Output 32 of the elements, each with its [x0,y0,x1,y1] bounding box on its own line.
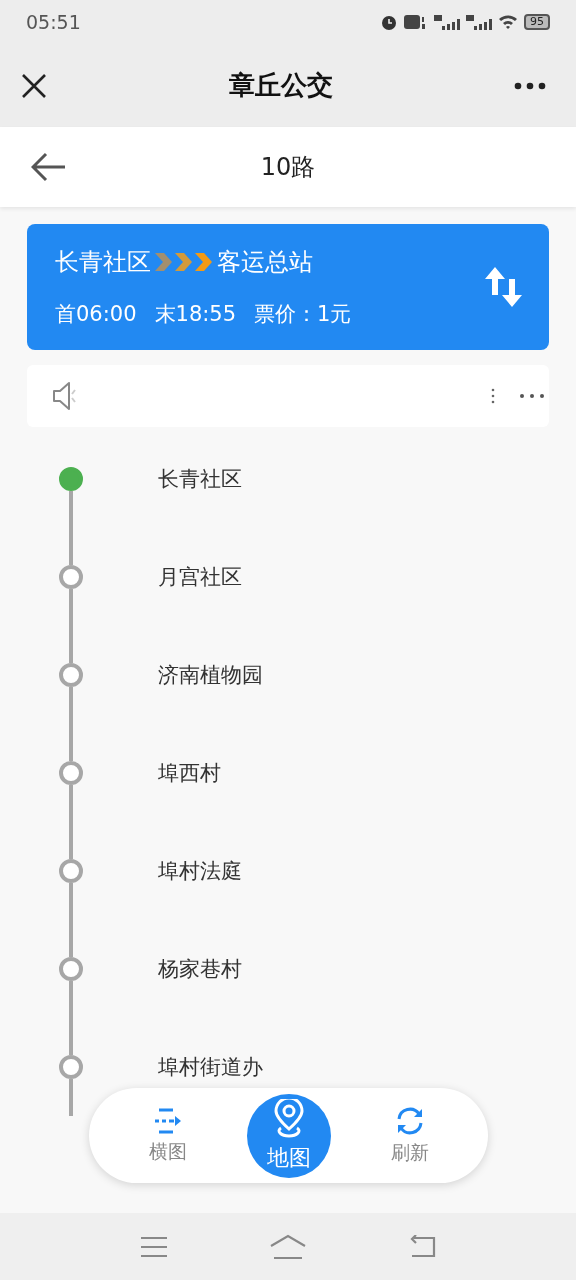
first-bus-time: 首06:00 [55,301,137,328]
status-time: 05:51 [26,11,81,33]
battery-icon: 95 [524,14,550,30]
wifi-icon [498,13,518,31]
dotted-mark-icon [491,387,495,405]
more-icon[interactable] [514,81,546,90]
bottom-tab[interactable]: 刷新 [367,1093,452,1178]
stop-name[interactable]: 埠西村 [158,759,221,787]
signal-icon [466,13,492,31]
stop-name[interactable]: 埠村街道办 [158,1053,263,1081]
close-icon[interactable] [21,72,47,99]
bottom-tab[interactable]: 地图 [246,1093,331,1178]
bottom-tab[interactable]: 横图 [125,1093,210,1178]
last-bus-time: 末18:55 [154,301,237,328]
stop-name[interactable]: 月宫社区 [158,563,242,591]
route-title: 10路 [259,152,317,183]
home-icon[interactable] [269,1233,307,1260]
menu-icon[interactable] [140,1235,169,1258]
stop-name[interactable]: 长青社区 [158,465,242,493]
fare-text: 票价：1元 [254,301,352,328]
page-title: 章丘公交 [228,69,333,102]
stop-name[interactable]: 济南植物园 [158,661,263,689]
origin-stop: 长青社区 [55,247,151,278]
horizontal-list-icon [152,1106,183,1135]
signal-icon [434,13,460,31]
direction-arrows-icon [153,251,215,273]
more-icon[interactable] [519,393,545,399]
back-icon[interactable] [31,152,67,182]
destination-stop: 客运总站 [217,247,313,278]
stop-name[interactable]: 埠村法庭 [158,857,242,885]
stop-name[interactable]: 杨家巷村 [158,955,242,983]
alarm-icon [380,13,398,31]
